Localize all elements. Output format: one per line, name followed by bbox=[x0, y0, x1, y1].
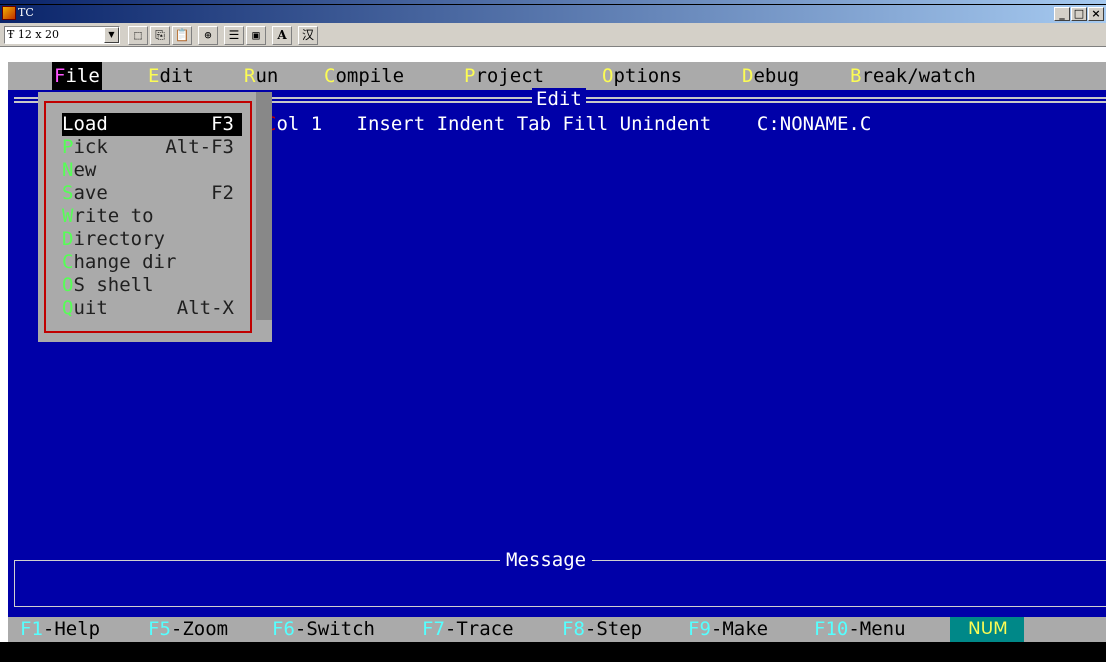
app-icon bbox=[2, 6, 16, 20]
fkey-trace[interactable]: F7-Trace bbox=[422, 617, 514, 642]
fkey-switch[interactable]: F6-Switch bbox=[272, 617, 375, 642]
menu-item-pick[interactable]: Pick Alt-F3 bbox=[62, 136, 242, 159]
fkey-step[interactable]: F8-Step bbox=[562, 617, 642, 642]
fullscreen-icon[interactable]: ⊕ bbox=[198, 26, 218, 45]
file-name: C:NONAME.C bbox=[756, 113, 872, 135]
menu-file[interactable]: File bbox=[52, 62, 102, 90]
menu-item-directory[interactable]: Directory bbox=[62, 228, 242, 251]
copy-icon[interactable]: ⎘ bbox=[150, 26, 170, 45]
window-left-edge bbox=[0, 47, 8, 642]
menu-item-new[interactable]: New bbox=[62, 159, 242, 182]
message-frame-bottom bbox=[14, 606, 1106, 607]
fkey-menu[interactable]: F10-Menu bbox=[814, 617, 906, 642]
menu-project[interactable]: Project bbox=[464, 62, 544, 90]
menu-run[interactable]: Run bbox=[244, 62, 278, 90]
menu-item-save[interactable]: Save F2 bbox=[62, 182, 242, 205]
editor-status-line: Col 1 Insert Indent Tab Fill Unindent C:… bbox=[265, 113, 872, 135]
chinese-input-icon[interactable]: 汉 bbox=[298, 26, 318, 45]
font-size-value: 12 x 20 bbox=[17, 28, 60, 41]
window-title: TC bbox=[18, 6, 34, 19]
toolbar: Ŧ 12 x 20 ▼ ⬚ ⎘ 📋 ⊕ ☰ ▣ A 汉 bbox=[0, 23, 1106, 47]
chevron-down-icon[interactable]: ▼ bbox=[104, 27, 119, 43]
maximize-button[interactable]: □ bbox=[1071, 7, 1087, 21]
minimize-button[interactable]: _ bbox=[1054, 7, 1070, 21]
function-key-bar: F1-Help F5-Zoom F6-Switch F7-Trace F8-St… bbox=[8, 617, 1106, 642]
close-button[interactable]: × bbox=[1088, 7, 1104, 21]
menu-item-load[interactable]: Load F3 bbox=[62, 113, 242, 136]
fkey-zoom[interactable]: F5-Zoom bbox=[148, 617, 228, 642]
screen-bottom-edge bbox=[0, 642, 1106, 662]
menu-item-quit[interactable]: Quit Alt-X bbox=[62, 297, 242, 320]
font-icon[interactable]: A bbox=[272, 26, 292, 45]
font-size-select[interactable]: Ŧ 12 x 20 ▼ bbox=[4, 26, 120, 44]
menu-item-change-dir[interactable]: Change dir bbox=[62, 251, 242, 274]
message-frame-left bbox=[14, 560, 15, 607]
menu-options[interactable]: Options bbox=[602, 62, 682, 90]
menu-edit[interactable]: Edit bbox=[148, 62, 194, 90]
fkey-make[interactable]: F9-Make bbox=[688, 617, 768, 642]
message-window-title: Message bbox=[500, 549, 593, 571]
menu-debug[interactable]: Debug bbox=[742, 62, 799, 90]
paste-icon[interactable]: 📋 bbox=[172, 26, 192, 45]
background-icon[interactable]: ▣ bbox=[246, 26, 266, 45]
menu-item-os-shell[interactable]: OS shell bbox=[62, 274, 242, 297]
fkey-help[interactable]: F1-Help bbox=[20, 617, 100, 642]
title-bar-line bbox=[0, 4, 1106, 5]
properties-icon[interactable]: ☰ bbox=[224, 26, 244, 45]
edit-window-title: Edit bbox=[532, 88, 586, 110]
editor-modes: Insert Indent Tab Fill Unindent bbox=[356, 113, 712, 135]
num-lock-indicator: NUM bbox=[950, 617, 1024, 642]
font-icon: Ŧ bbox=[7, 28, 18, 41]
mark-icon[interactable]: ⬚ bbox=[128, 26, 148, 45]
menu-item-write-to[interactable]: Write to bbox=[62, 205, 242, 228]
menu-shadow bbox=[256, 92, 272, 320]
menu-bar: File Edit Run Compile Project Options De… bbox=[8, 62, 1106, 90]
menu-break-watch[interactable]: Break/watch bbox=[850, 62, 976, 90]
menu-compile[interactable]: Compile bbox=[324, 62, 404, 90]
